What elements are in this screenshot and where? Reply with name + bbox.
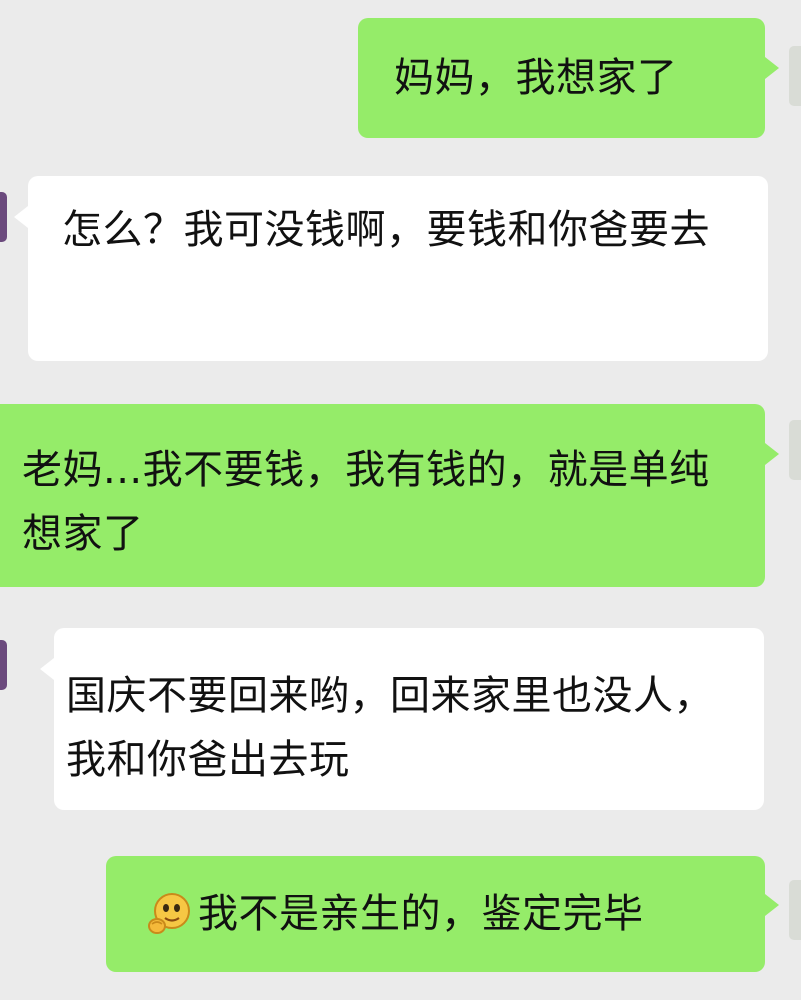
contact-avatar[interactable] (0, 640, 7, 690)
message-text: 国庆不要回来哟，回来家里也没人，我和你爸出去玩 (66, 673, 714, 783)
my-avatar[interactable] (789, 880, 801, 940)
chat-conversation: 妈妈，我想家了 怎么？我可没钱啊，要钱和你爸要去 老妈...我不要钱，我有钱的，… (0, 0, 801, 1000)
message-bubble-received[interactable]: 国庆不要回来哟，回来家里也没人，我和你爸出去玩 (54, 628, 764, 810)
bubble-tail (14, 206, 28, 228)
bubble-tail (765, 57, 779, 79)
bubble-tail (40, 658, 54, 680)
contact-avatar[interactable] (0, 192, 7, 242)
my-avatar[interactable] (789, 46, 801, 106)
bubble-tail (765, 443, 779, 465)
message-bubble-sent[interactable]: 老妈...我不要钱，我有钱的，就是单纯想家了 (0, 404, 765, 587)
message-text: 怎么？我可没钱啊，要钱和你爸要去 (62, 207, 710, 253)
message-bubble-sent[interactable]: 我不是亲生的，鉴定完毕 (106, 856, 765, 972)
message-text: 妈妈，我想家了 (394, 55, 678, 101)
message-text: 老妈...我不要钱，我有钱的，就是单纯想家了 (22, 447, 710, 557)
message-text: 我不是亲生的，鉴定完毕 (198, 891, 644, 937)
thinking-emoji-icon (146, 889, 194, 937)
message-bubble-sent[interactable]: 妈妈，我想家了 (358, 18, 765, 138)
bubble-tail (765, 894, 779, 916)
my-avatar[interactable] (789, 420, 801, 480)
message-bubble-received[interactable]: 怎么？我可没钱啊，要钱和你爸要去 (28, 176, 768, 361)
